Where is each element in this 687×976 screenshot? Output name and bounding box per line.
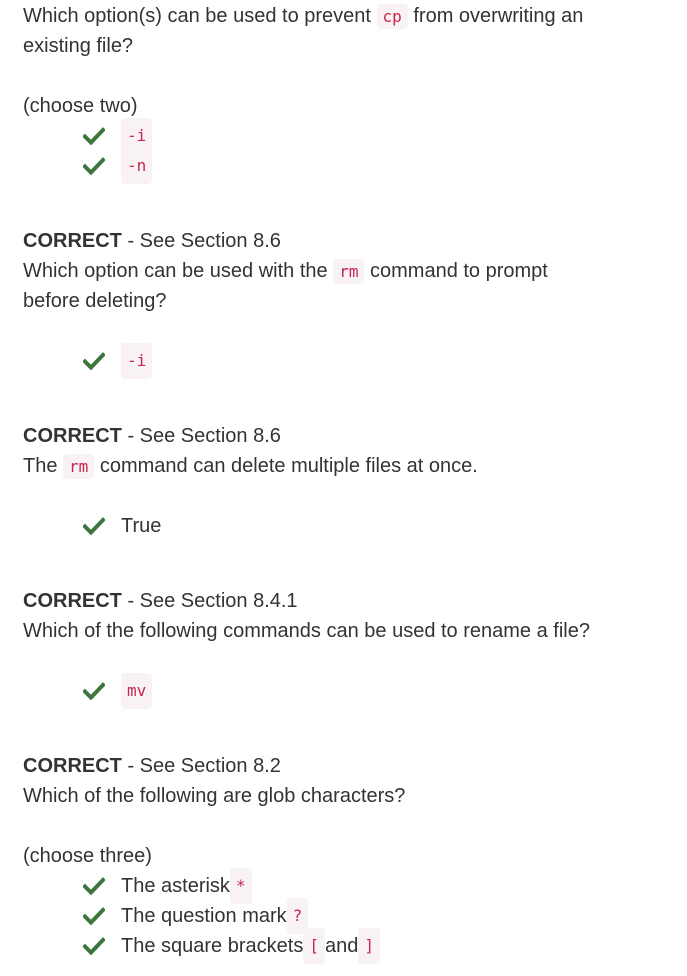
answer-item: mv bbox=[83, 673, 153, 709]
question-5-hint: (choose three) bbox=[23, 845, 152, 867]
answer-code: ] bbox=[358, 928, 380, 964]
result-ref: - See Section 8.6 bbox=[121, 425, 281, 447]
result-label: CORRECT bbox=[23, 425, 122, 447]
check-icon bbox=[83, 517, 105, 535]
question-2-text-cont: before deleting? bbox=[23, 290, 167, 312]
question-2-text: Which option can be used with the rm com… bbox=[23, 259, 548, 284]
question-4-text: Which of the following commands can be u… bbox=[23, 620, 590, 642]
result-label: CORRECT bbox=[23, 590, 122, 612]
result-ref: - See Section 8.6 bbox=[121, 230, 281, 252]
result-label: CORRECT bbox=[23, 230, 122, 252]
check-icon bbox=[83, 127, 105, 145]
answer-item: True bbox=[83, 511, 161, 541]
question-1-text: Which option(s) can be used to prevent c… bbox=[23, 4, 584, 29]
question-3-text: The rm command can delete multiple files… bbox=[23, 454, 478, 479]
answer-text: True bbox=[121, 515, 162, 537]
question-1-hint: (choose two) bbox=[23, 95, 138, 117]
inline-code: rm bbox=[333, 259, 365, 284]
check-icon bbox=[83, 937, 105, 955]
inline-code: cp bbox=[376, 4, 408, 29]
quiz-results: Which option(s) can be used to prevent c… bbox=[0, 0, 687, 976]
result-label: CORRECT bbox=[23, 755, 122, 777]
answer-code: mv bbox=[121, 673, 153, 709]
answer-item: -n bbox=[83, 148, 153, 184]
answer-code: -n bbox=[121, 148, 153, 184]
answer-code: [ bbox=[303, 928, 325, 964]
result-ref: - See Section 8.2 bbox=[121, 755, 281, 777]
question-2-result: CORRECT - See Section 8.6 bbox=[23, 226, 281, 256]
answer-code: * bbox=[229, 868, 252, 904]
answer-item: The question mark ? bbox=[83, 898, 309, 934]
question-5-text: Which of the following are glob characte… bbox=[23, 785, 406, 807]
check-icon bbox=[83, 907, 105, 925]
question-1-text-cont: existing file? bbox=[23, 35, 134, 57]
inline-code: rm bbox=[63, 454, 95, 479]
answer-item: -i bbox=[83, 118, 153, 154]
result-ref: - See Section 8.4.1 bbox=[121, 590, 298, 612]
answer-code: -i bbox=[121, 343, 153, 379]
check-icon bbox=[83, 157, 105, 175]
check-icon bbox=[83, 352, 105, 370]
check-icon bbox=[83, 682, 105, 700]
question-5-result: CORRECT - See Section 8.2 bbox=[23, 751, 281, 781]
question-3-result: CORRECT - See Section 8.6 bbox=[23, 421, 281, 451]
question-4-result: CORRECT - See Section 8.4.1 bbox=[23, 586, 298, 616]
check-icon bbox=[83, 877, 105, 895]
answer-item: -i bbox=[83, 343, 153, 379]
answer-item: The square brackets [ and ] bbox=[83, 928, 380, 964]
answer-item: The asterisk * bbox=[83, 868, 252, 904]
